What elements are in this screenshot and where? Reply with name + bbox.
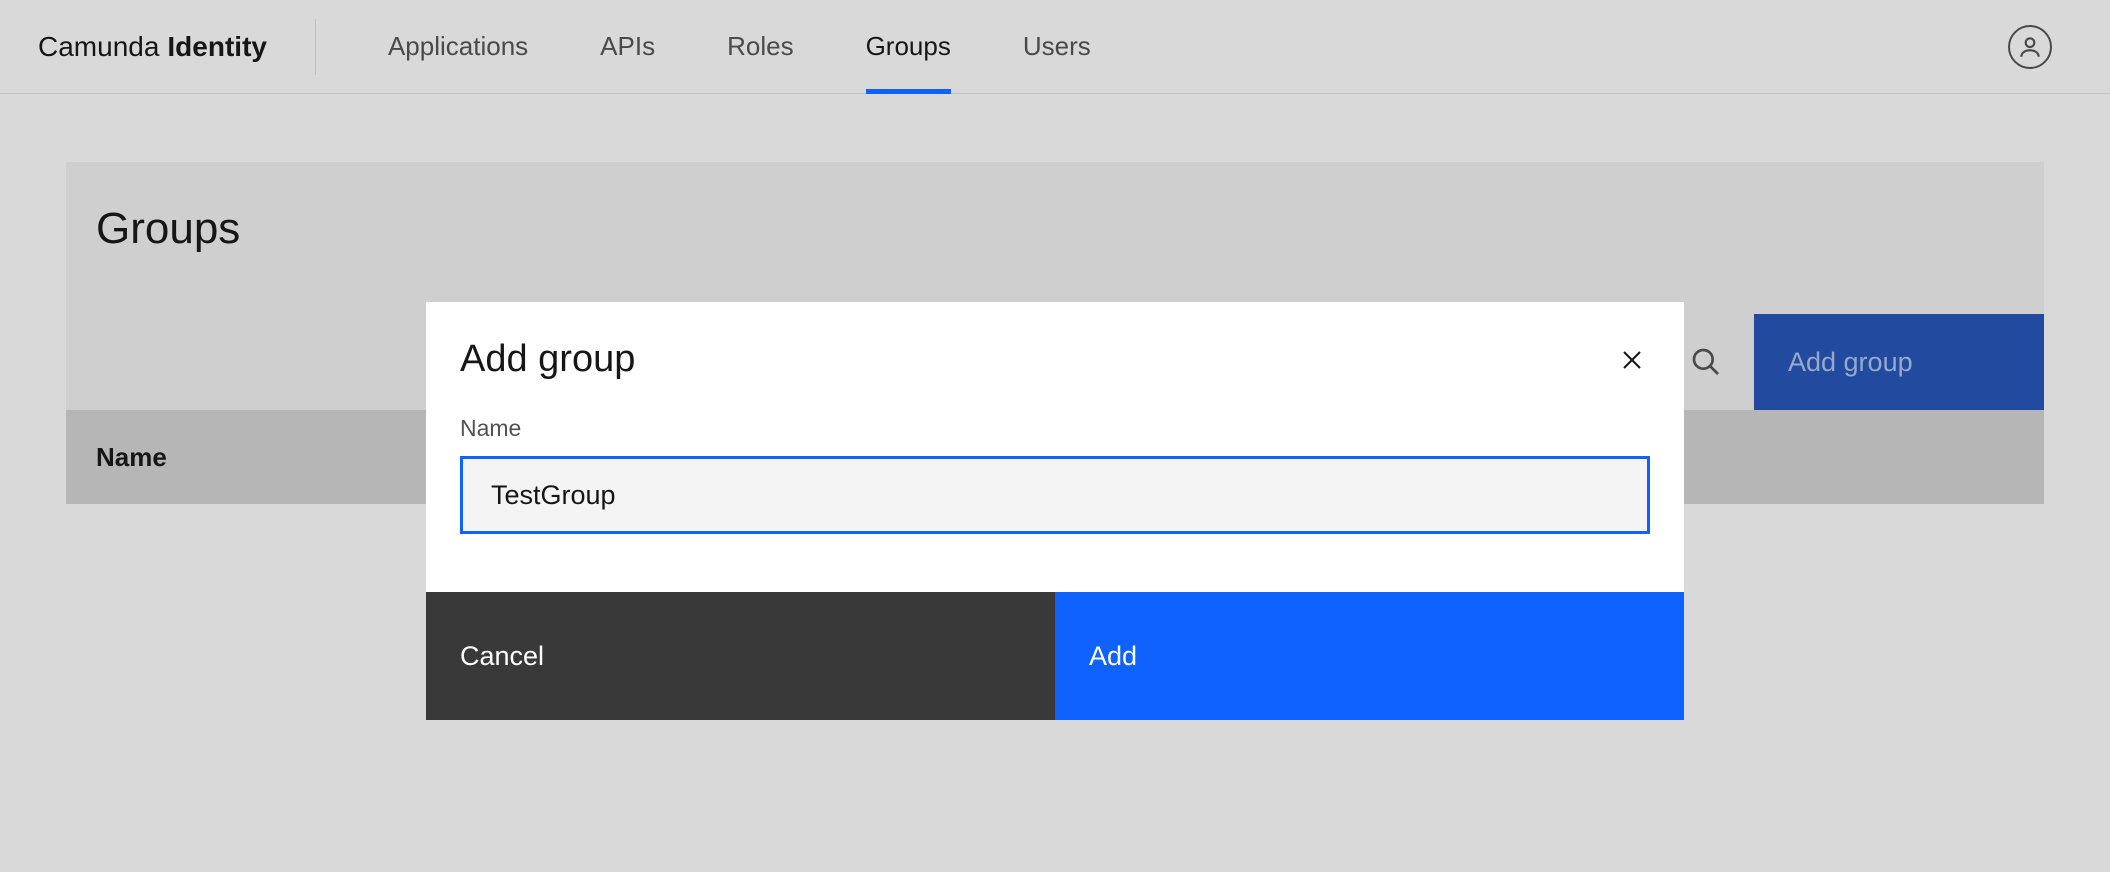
cancel-button[interactable]: Cancel [426,592,1055,720]
name-field-label: Name [460,415,1650,442]
modal-header: Add group [426,302,1684,391]
close-button[interactable] [1614,342,1650,378]
modal-footer: Cancel Add [426,592,1684,720]
add-group-modal: Add group Name Cancel Add [426,302,1684,720]
add-button-label: Add [1089,641,1137,672]
modal-body: Name [426,391,1684,592]
cancel-button-label: Cancel [460,641,544,672]
close-icon [1620,348,1644,372]
modal-overlay: Add group Name Cancel Add [0,0,2110,872]
modal-title: Add group [460,338,635,381]
name-input[interactable] [460,456,1650,534]
add-button[interactable]: Add [1055,592,1684,720]
